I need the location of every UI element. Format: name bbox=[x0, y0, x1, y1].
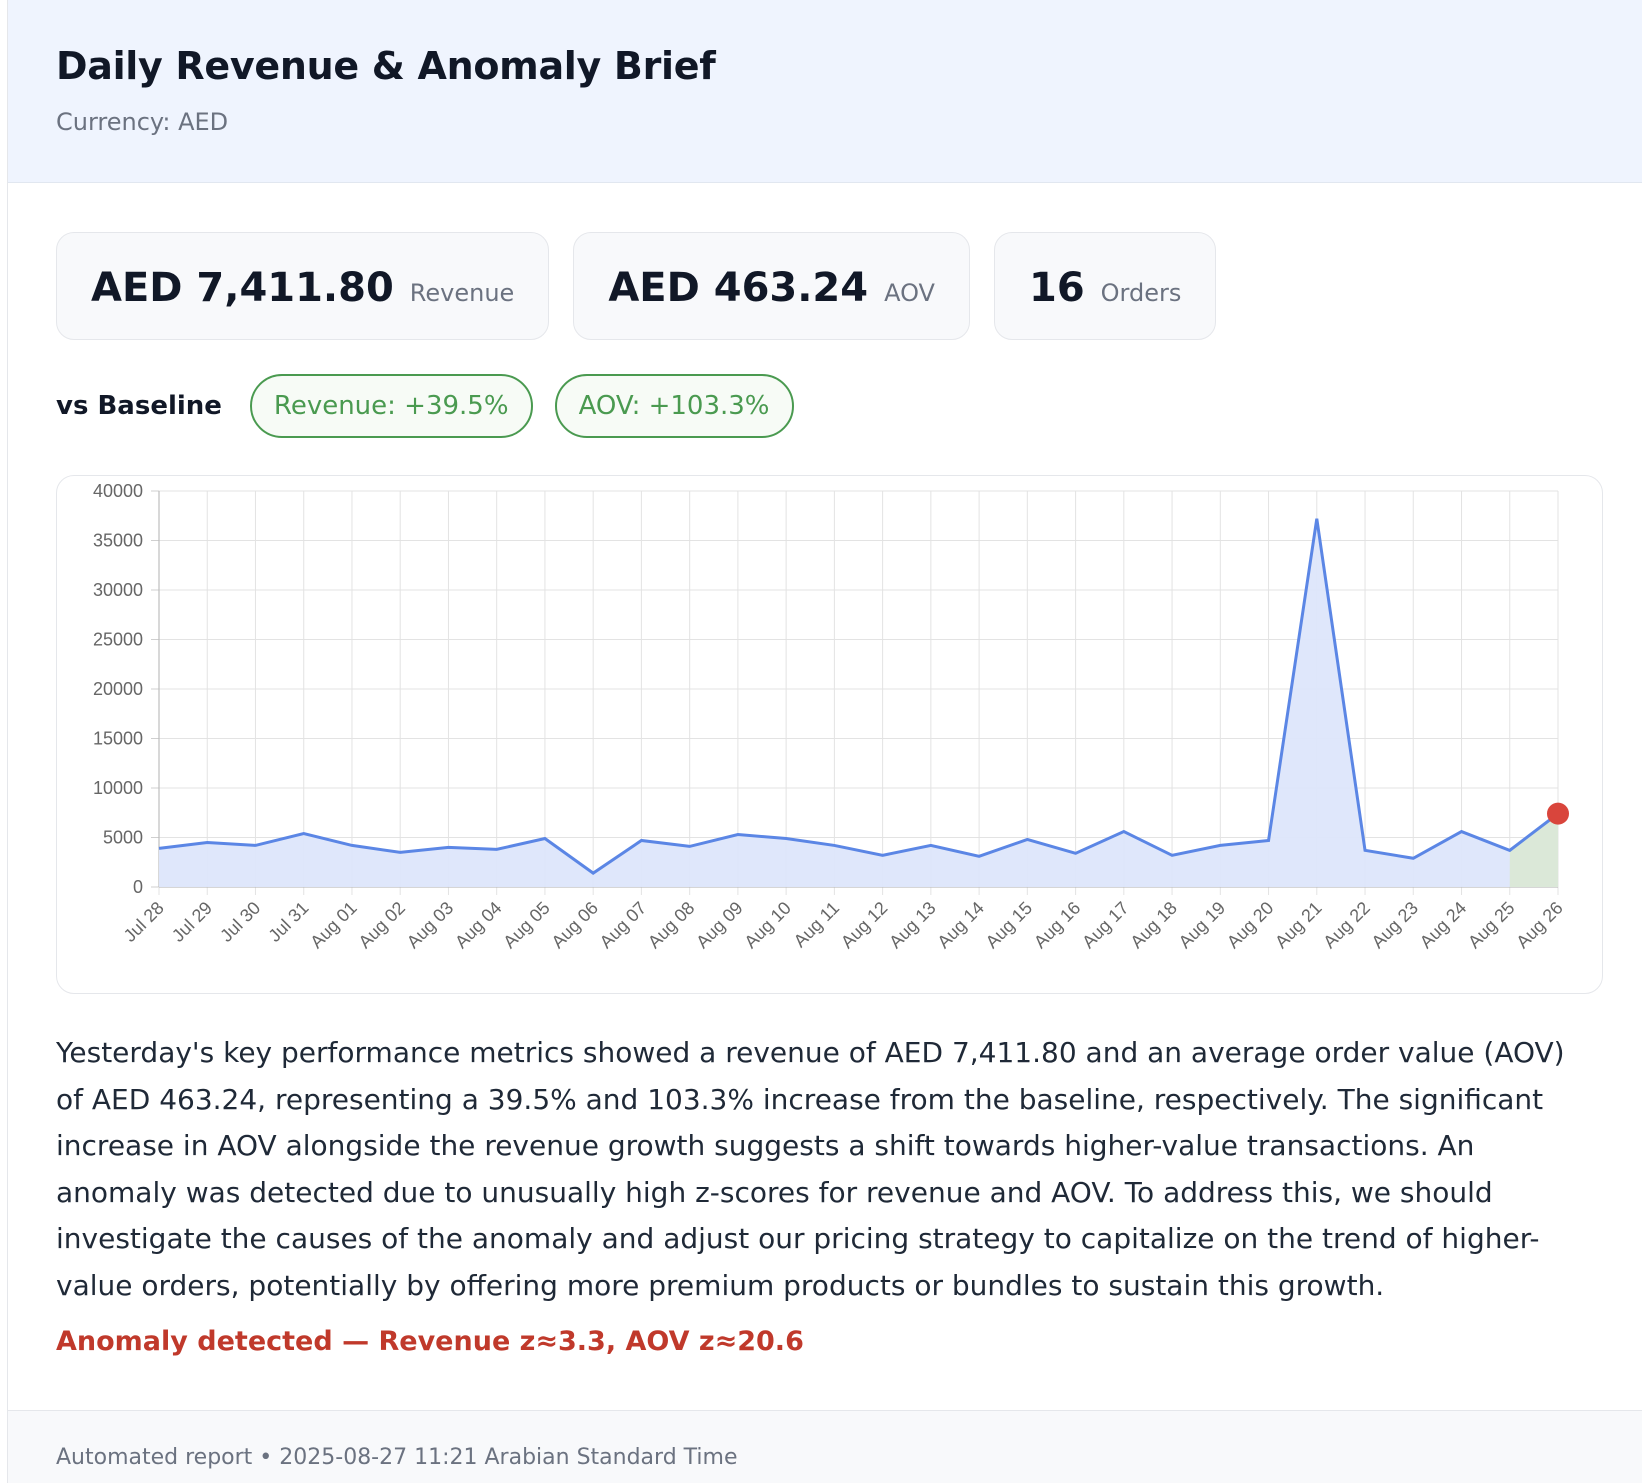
kpi-revenue-label: Revenue bbox=[409, 279, 515, 307]
x-tick-label: Aug 15 bbox=[982, 898, 1036, 952]
x-tick-label: Aug 23 bbox=[1368, 898, 1422, 952]
x-tick-label: Aug 05 bbox=[499, 898, 553, 952]
y-tick-label: 40000 bbox=[93, 481, 143, 501]
kpi-revenue: AED 7,411.80 Revenue bbox=[56, 232, 550, 340]
currency-label: Currency: AED bbox=[56, 108, 229, 136]
x-tick-label: Aug 09 bbox=[692, 898, 746, 952]
x-tick-label: Aug 14 bbox=[933, 898, 987, 952]
x-tick-label: Aug 02 bbox=[355, 898, 409, 952]
kpi-orders-value: 16 bbox=[1028, 265, 1085, 311]
x-tick-label: Aug 07 bbox=[596, 898, 650, 952]
kpi-aov: AED 463.24 AOV bbox=[573, 232, 970, 340]
revenue-area bbox=[159, 518, 1558, 887]
anomaly-alert: Anomaly detected — Revenue z≈3.3, AOV z≈… bbox=[56, 1326, 804, 1357]
x-tick-label: Aug 20 bbox=[1223, 898, 1277, 952]
x-tick-label: Jul 28 bbox=[120, 898, 168, 946]
x-tick-label: Aug 18 bbox=[1126, 898, 1180, 952]
baseline-row: vs Baseline Revenue: +39.5% AOV: +103.3% bbox=[56, 374, 816, 438]
y-tick-label: 0 bbox=[133, 877, 143, 897]
x-tick-label: Aug 16 bbox=[1030, 898, 1084, 952]
kpi-row: AED 7,411.80 Revenue AED 463.24 AOV 16 O… bbox=[56, 232, 1217, 340]
x-tick-label: Aug 06 bbox=[548, 898, 602, 952]
y-tick-label: 25000 bbox=[93, 630, 143, 650]
kpi-orders: 16 Orders bbox=[993, 232, 1217, 340]
revenue-chart: 0 5000 10000 15000 20000 25000 30000 35000 40000… bbox=[56, 475, 1603, 994]
revenue-chart-svg: 0 5000 10000 15000 20000 25000 30000 35000 40000… bbox=[93, 481, 1569, 952]
report-footer: Automated report • 2025-08-27 11:21 Arab… bbox=[8, 1410, 1642, 1483]
x-tick-label: Aug 11 bbox=[790, 898, 844, 952]
x-tick-label: Aug 21 bbox=[1271, 898, 1325, 952]
y-tick-label: 10000 bbox=[93, 778, 143, 798]
y-tick-label: 5000 bbox=[103, 828, 143, 848]
x-tick-label: Aug 13 bbox=[885, 898, 939, 952]
aov-change-badge: AOV: +103.3% bbox=[554, 374, 794, 438]
x-tick-label: Aug 19 bbox=[1175, 898, 1229, 952]
x-tick-label: Aug 22 bbox=[1319, 898, 1373, 952]
x-tick-label: Jul 31 bbox=[264, 898, 312, 946]
report-card: Daily Revenue & Anomaly Brief Currency: … bbox=[7, 0, 1642, 1483]
x-tick-label: Aug 01 bbox=[306, 898, 360, 952]
latest-point bbox=[1547, 802, 1569, 825]
x-tick-label: Jul 30 bbox=[216, 898, 264, 946]
x-tick-label: Aug 17 bbox=[1078, 898, 1132, 952]
y-tick-label: 35000 bbox=[93, 531, 143, 551]
kpi-aov-label: AOV bbox=[884, 279, 935, 307]
kpi-aov-value: AED 463.24 bbox=[608, 265, 869, 311]
x-tick-label: Aug 04 bbox=[451, 898, 505, 952]
kpi-revenue-value: AED 7,411.80 bbox=[91, 265, 394, 311]
kpi-orders-label: Orders bbox=[1100, 279, 1182, 307]
x-tick-label: Jul 29 bbox=[168, 898, 216, 946]
x-tick-label: Aug 25 bbox=[1464, 898, 1518, 952]
x-tick-label: Aug 26 bbox=[1512, 898, 1566, 952]
revenue-change-badge: Revenue: +39.5% bbox=[249, 374, 533, 438]
x-tick-label: Aug 08 bbox=[644, 898, 698, 952]
baseline-label: vs Baseline bbox=[56, 391, 222, 421]
x-tick-label: Aug 24 bbox=[1416, 898, 1470, 952]
x-tick-label: Aug 12 bbox=[837, 898, 891, 952]
narrative-text: Yesterday's key performance metrics show… bbox=[56, 1036, 1565, 1302]
y-tick-label: 30000 bbox=[93, 580, 143, 600]
x-tick-label: Aug 03 bbox=[403, 898, 457, 952]
y-tick-label: 15000 bbox=[93, 729, 143, 749]
y-tick-label: 20000 bbox=[93, 679, 143, 699]
report-header: Daily Revenue & Anomaly Brief Currency: … bbox=[8, 0, 1642, 183]
latest-day-area bbox=[1509, 813, 1558, 887]
x-tick-label: Aug 10 bbox=[740, 898, 794, 952]
report-title: Daily Revenue & Anomaly Brief bbox=[56, 44, 716, 88]
